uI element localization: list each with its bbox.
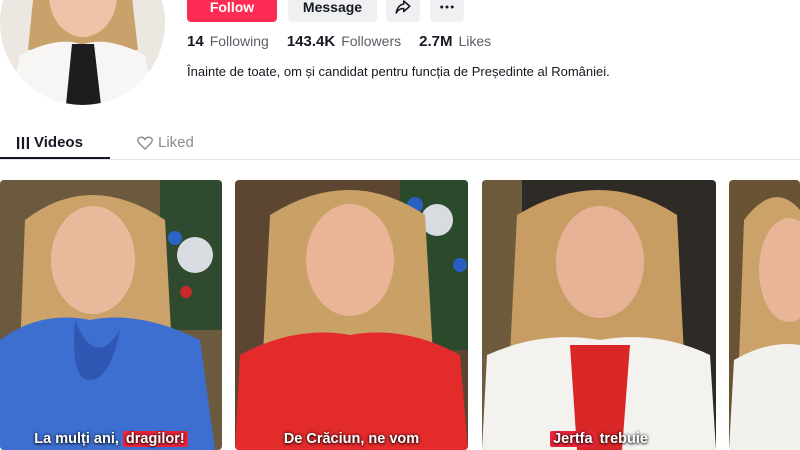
profile-stats: 14 Following 143.4K Followers 2.7M Likes (187, 33, 509, 50)
following-count: 14 (187, 33, 204, 50)
caption-highlight: Jertfa (550, 431, 596, 447)
caption-text: La mulți ani, (34, 431, 123, 447)
active-tab-indicator (0, 157, 110, 159)
profile-avatar[interactable] (0, 0, 165, 105)
followers-label: Followers (341, 33, 402, 49)
video-thumbnail (0, 180, 222, 450)
video-caption: Jertfa trebuie (482, 431, 716, 447)
following-stat[interactable]: 14 Following (187, 33, 269, 50)
caption-text: trebuie (595, 431, 648, 447)
video-caption: La mulți ani, dragilor! (0, 431, 222, 447)
video-thumbnail (482, 180, 716, 450)
likes-label: Likes (458, 33, 492, 49)
profile-tabs: Videos Liked (0, 126, 800, 160)
more-button[interactable] (430, 0, 464, 22)
video-card[interactable]: La mulți ani, dragilor! (0, 180, 222, 450)
grid-icon (17, 136, 29, 149)
video-caption: De Crăciun, ne vom (235, 431, 468, 447)
share-button[interactable] (386, 0, 420, 22)
likes-stat: 2.7M Likes (419, 33, 491, 50)
message-label: Message (302, 0, 363, 15)
follow-button[interactable]: Follow (187, 0, 277, 22)
video-card[interactable]: De Crăciun, ne vom (235, 180, 468, 450)
tab-liked[interactable]: Liked (137, 126, 194, 159)
tab-videos-label: Videos (34, 134, 83, 151)
video-thumbnail (729, 180, 800, 450)
caption-text: De Crăciun, ne vom (283, 431, 420, 447)
video-thumbnail (235, 180, 468, 450)
heart-lock-icon (137, 136, 153, 150)
tab-liked-label: Liked (158, 134, 194, 151)
followers-count: 143.4K (286, 33, 336, 50)
video-card[interactable] (729, 180, 800, 450)
followers-stat[interactable]: 143.4K Followers (287, 33, 401, 50)
share-arrow-icon (395, 0, 411, 14)
follow-label: Follow (209, 0, 255, 15)
tab-videos[interactable]: Videos (17, 126, 83, 159)
message-button[interactable]: Message (288, 0, 377, 22)
video-card[interactable]: Jertfa trebuie (482, 180, 716, 450)
following-label: Following (209, 33, 269, 49)
caption-highlight: dragilor! (122, 431, 188, 447)
more-dots-icon (440, 5, 454, 9)
profile-bio: Înainte de toate, om și candidat pentru … (187, 64, 610, 79)
likes-count: 2.7M (419, 33, 453, 50)
